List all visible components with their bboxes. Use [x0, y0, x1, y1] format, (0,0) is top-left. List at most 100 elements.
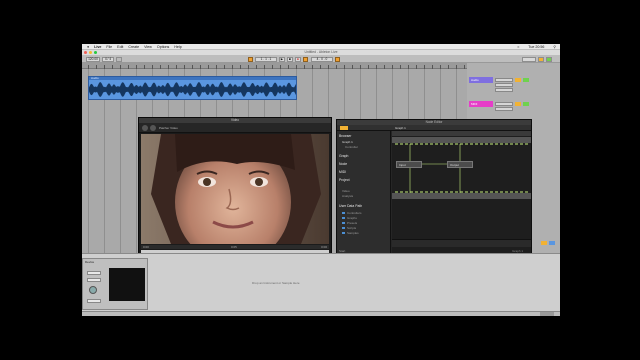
key-map-button[interactable] — [538, 56, 544, 62]
menu-app[interactable]: Live — [94, 45, 101, 49]
follow-button[interactable] — [248, 56, 253, 62]
node-editor-window[interactable]: Node Editor Graph 1 Browser Graph 1 Cont… — [336, 119, 532, 259]
ruler-tick — [448, 65, 449, 69]
graph-tab[interactable]: Graph 1 — [395, 126, 406, 130]
browser-item-controller[interactable]: Controller — [345, 145, 358, 149]
menu-create[interactable]: Create — [128, 45, 139, 49]
folder-label: Samples — [347, 231, 359, 235]
midi-track-activator[interactable] — [515, 102, 521, 106]
ruler-tick — [432, 65, 433, 69]
folder-icon — [342, 222, 345, 225]
node-editor-sidebar: Browser Graph 1 Controller Graph Node MI… — [337, 131, 391, 255]
track-io-select[interactable] — [495, 78, 513, 82]
midi-io-select[interactable] — [495, 102, 513, 106]
node-editor-mode-button[interactable] — [340, 126, 348, 130]
video-record-icon[interactable] — [150, 125, 156, 131]
time-signature-field[interactable]: 4 / 4 — [102, 56, 114, 62]
video-window[interactable]: Video Patcher Video 0:00 0:05 0:00 — [138, 117, 332, 265]
apple-icon[interactable]: ● — [87, 45, 89, 49]
ruler-tick — [336, 65, 337, 69]
stop-icon[interactable]: ■ — [287, 56, 293, 62]
master-solo[interactable] — [549, 241, 555, 245]
status-track-selector[interactable] — [540, 312, 554, 316]
folder-icon — [342, 227, 345, 230]
folder-presets[interactable]: Presets — [342, 221, 357, 225]
sidebar-section-midi[interactable]: MIDI — [339, 170, 346, 174]
audio-clip[interactable]: Audio — [88, 76, 297, 100]
menu-options[interactable]: Options — [157, 45, 169, 49]
close-window-button[interactable] — [84, 51, 87, 54]
zoom-window-button[interactable] — [94, 51, 97, 54]
sidebar-section-graph[interactable]: Graph — [339, 154, 348, 158]
midi-output-select[interactable] — [495, 107, 513, 111]
node-graph-canvas[interactable]: Input Output Graph 1 — [392, 131, 531, 255]
play-icon[interactable]: ▶ — [279, 56, 285, 62]
browser-item-graph[interactable]: Graph 1 — [342, 140, 353, 144]
sidebar-section-user-data[interactable]: User Data Path — [339, 204, 362, 208]
sidebar-section-browser[interactable]: Browser — [339, 134, 351, 138]
audio-track-header[interactable]: Audio — [469, 77, 493, 83]
audio-waveform — [89, 82, 296, 97]
transport-bar: 120.00 4 / 4 1 . 1 . 1 ▶ ■ ● 4 . 0 . 0 — [82, 55, 560, 63]
output-bus[interactable] — [392, 193, 531, 199]
drop-instrument-message: Drop an Instrument or Sample Here — [252, 281, 300, 285]
desktop-screen: ● Live File Edit Create View Options Hel… — [82, 44, 560, 316]
video-time-bar[interactable]: 0:00 0:05 0:00 — [141, 245, 329, 249]
video-time-start: 0:00 — [143, 245, 149, 249]
folder-controllers[interactable]: Controllers — [342, 211, 362, 215]
folder-samples[interactable]: Samples — [342, 231, 359, 235]
ruler-tick — [304, 65, 305, 69]
device-title: Device — [85, 260, 95, 264]
video-frame-image — [141, 134, 329, 244]
ruler-tick — [192, 65, 193, 69]
menu-clock[interactable]: Tue 20:56 — [528, 45, 544, 49]
menu-view[interactable]: View — [144, 45, 152, 49]
folder-scripts[interactable]: Scripts — [342, 226, 356, 230]
search-icon[interactable]: ⚲ — [553, 45, 556, 49]
ruler-tick — [208, 65, 209, 69]
ruler-tick — [400, 65, 401, 69]
ruler-tick — [160, 65, 161, 69]
sidebar-section-node[interactable]: Node — [339, 162, 347, 166]
track-monitor-select[interactable] — [495, 83, 513, 87]
ruler-tick — [176, 65, 177, 69]
graph-footer — [392, 239, 531, 247]
track-output-select[interactable] — [495, 88, 513, 92]
device-panel[interactable]: Device — [82, 258, 148, 310]
midi-solo-button[interactable] — [523, 102, 529, 106]
folder-icon — [342, 217, 345, 220]
menu-edit[interactable]: Edit — [117, 45, 123, 49]
device-param-2[interactable] — [87, 278, 101, 282]
loop-button[interactable] — [335, 56, 340, 62]
menu-help[interactable]: Help — [174, 45, 181, 49]
status-bar — [82, 311, 560, 316]
device-param-1[interactable] — [87, 271, 101, 275]
search-item-analysis[interactable]: Analysis — [342, 194, 353, 198]
track-activator[interactable] — [515, 78, 521, 82]
device-display — [109, 268, 145, 301]
loop-end-field[interactable]: 4 . 0 . 0 — [311, 56, 333, 62]
position-field[interactable]: 1 . 1 . 1 — [255, 56, 277, 62]
video-time-mid: 0:05 — [231, 245, 237, 249]
search-item-video[interactable]: Video — [342, 189, 350, 193]
record-icon[interactable]: ● — [295, 56, 301, 62]
solo-button[interactable] — [523, 78, 529, 82]
minimize-window-button[interactable] — [89, 51, 92, 54]
metronome-button[interactable] — [116, 56, 122, 62]
wifi-icon[interactable]: ≈ — [517, 45, 519, 49]
ruler-tick — [464, 65, 465, 69]
folder-label: Presets — [347, 221, 358, 225]
ruler-tick — [256, 65, 257, 69]
tempo-field[interactable]: 120.00 — [86, 56, 100, 62]
timeline-ruler[interactable] — [82, 63, 467, 69]
folder-graphs[interactable]: Graphs — [342, 216, 357, 220]
master-activator[interactable] — [541, 241, 547, 245]
midi-track-header[interactable]: MIDI — [469, 101, 493, 107]
overdub-button[interactable] — [303, 56, 308, 62]
menu-file[interactable]: File — [106, 45, 112, 49]
sidebar-section-project[interactable]: Project — [339, 178, 350, 182]
midi-map-button[interactable] — [546, 56, 552, 62]
device-knob[interactable] — [89, 286, 97, 294]
video-settings-icon[interactable] — [142, 125, 148, 131]
device-param-3[interactable] — [87, 299, 101, 303]
